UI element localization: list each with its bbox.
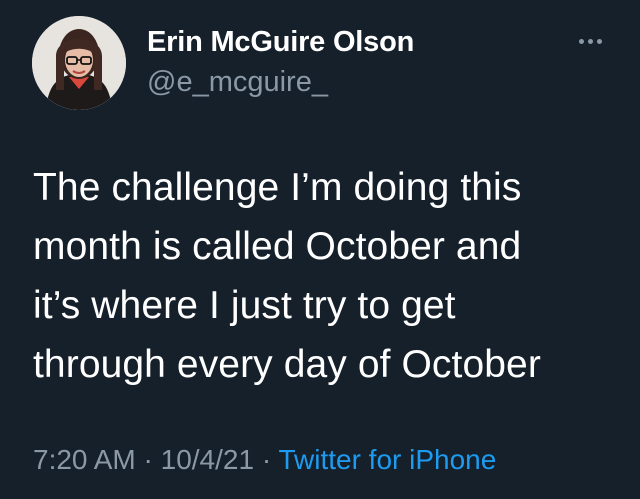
tweet-meta: 7:20 AM · 10/4/21 · Twitter for iPhone	[33, 442, 496, 478]
avatar[interactable]	[32, 16, 126, 110]
tweet-text-line: The challenge I’m doing this	[33, 166, 522, 209]
tweet-text-line: it’s where I just try to get	[33, 284, 456, 327]
tweet-time[interactable]: 7:20 AM	[33, 444, 136, 475]
tweet-source-link[interactable]: Twitter for iPhone	[278, 444, 496, 475]
more-options-button[interactable]	[568, 26, 612, 56]
tweet-date[interactable]: 10/4/21	[161, 444, 254, 475]
tweet-card: Erin McGuire Olson @e_mcguire_ The chall…	[0, 0, 640, 499]
display-name[interactable]: Erin McGuire Olson	[147, 24, 414, 60]
meta-separator: ·	[135, 444, 161, 475]
meta-separator: ·	[254, 444, 279, 475]
more-horizontal-icon-dot	[587, 38, 593, 44]
more-horizontal-icon-dot	[596, 38, 602, 44]
tweet-text-line: through every day of October	[33, 343, 541, 386]
tweet-text-line: month is called October and	[33, 225, 522, 268]
more-horizontal-icon	[578, 38, 584, 44]
tweet-text: The challenge I’m doing this month is ca…	[33, 158, 628, 394]
avatar-image	[32, 16, 126, 110]
handle[interactable]: @e_mcguire_	[147, 64, 328, 100]
